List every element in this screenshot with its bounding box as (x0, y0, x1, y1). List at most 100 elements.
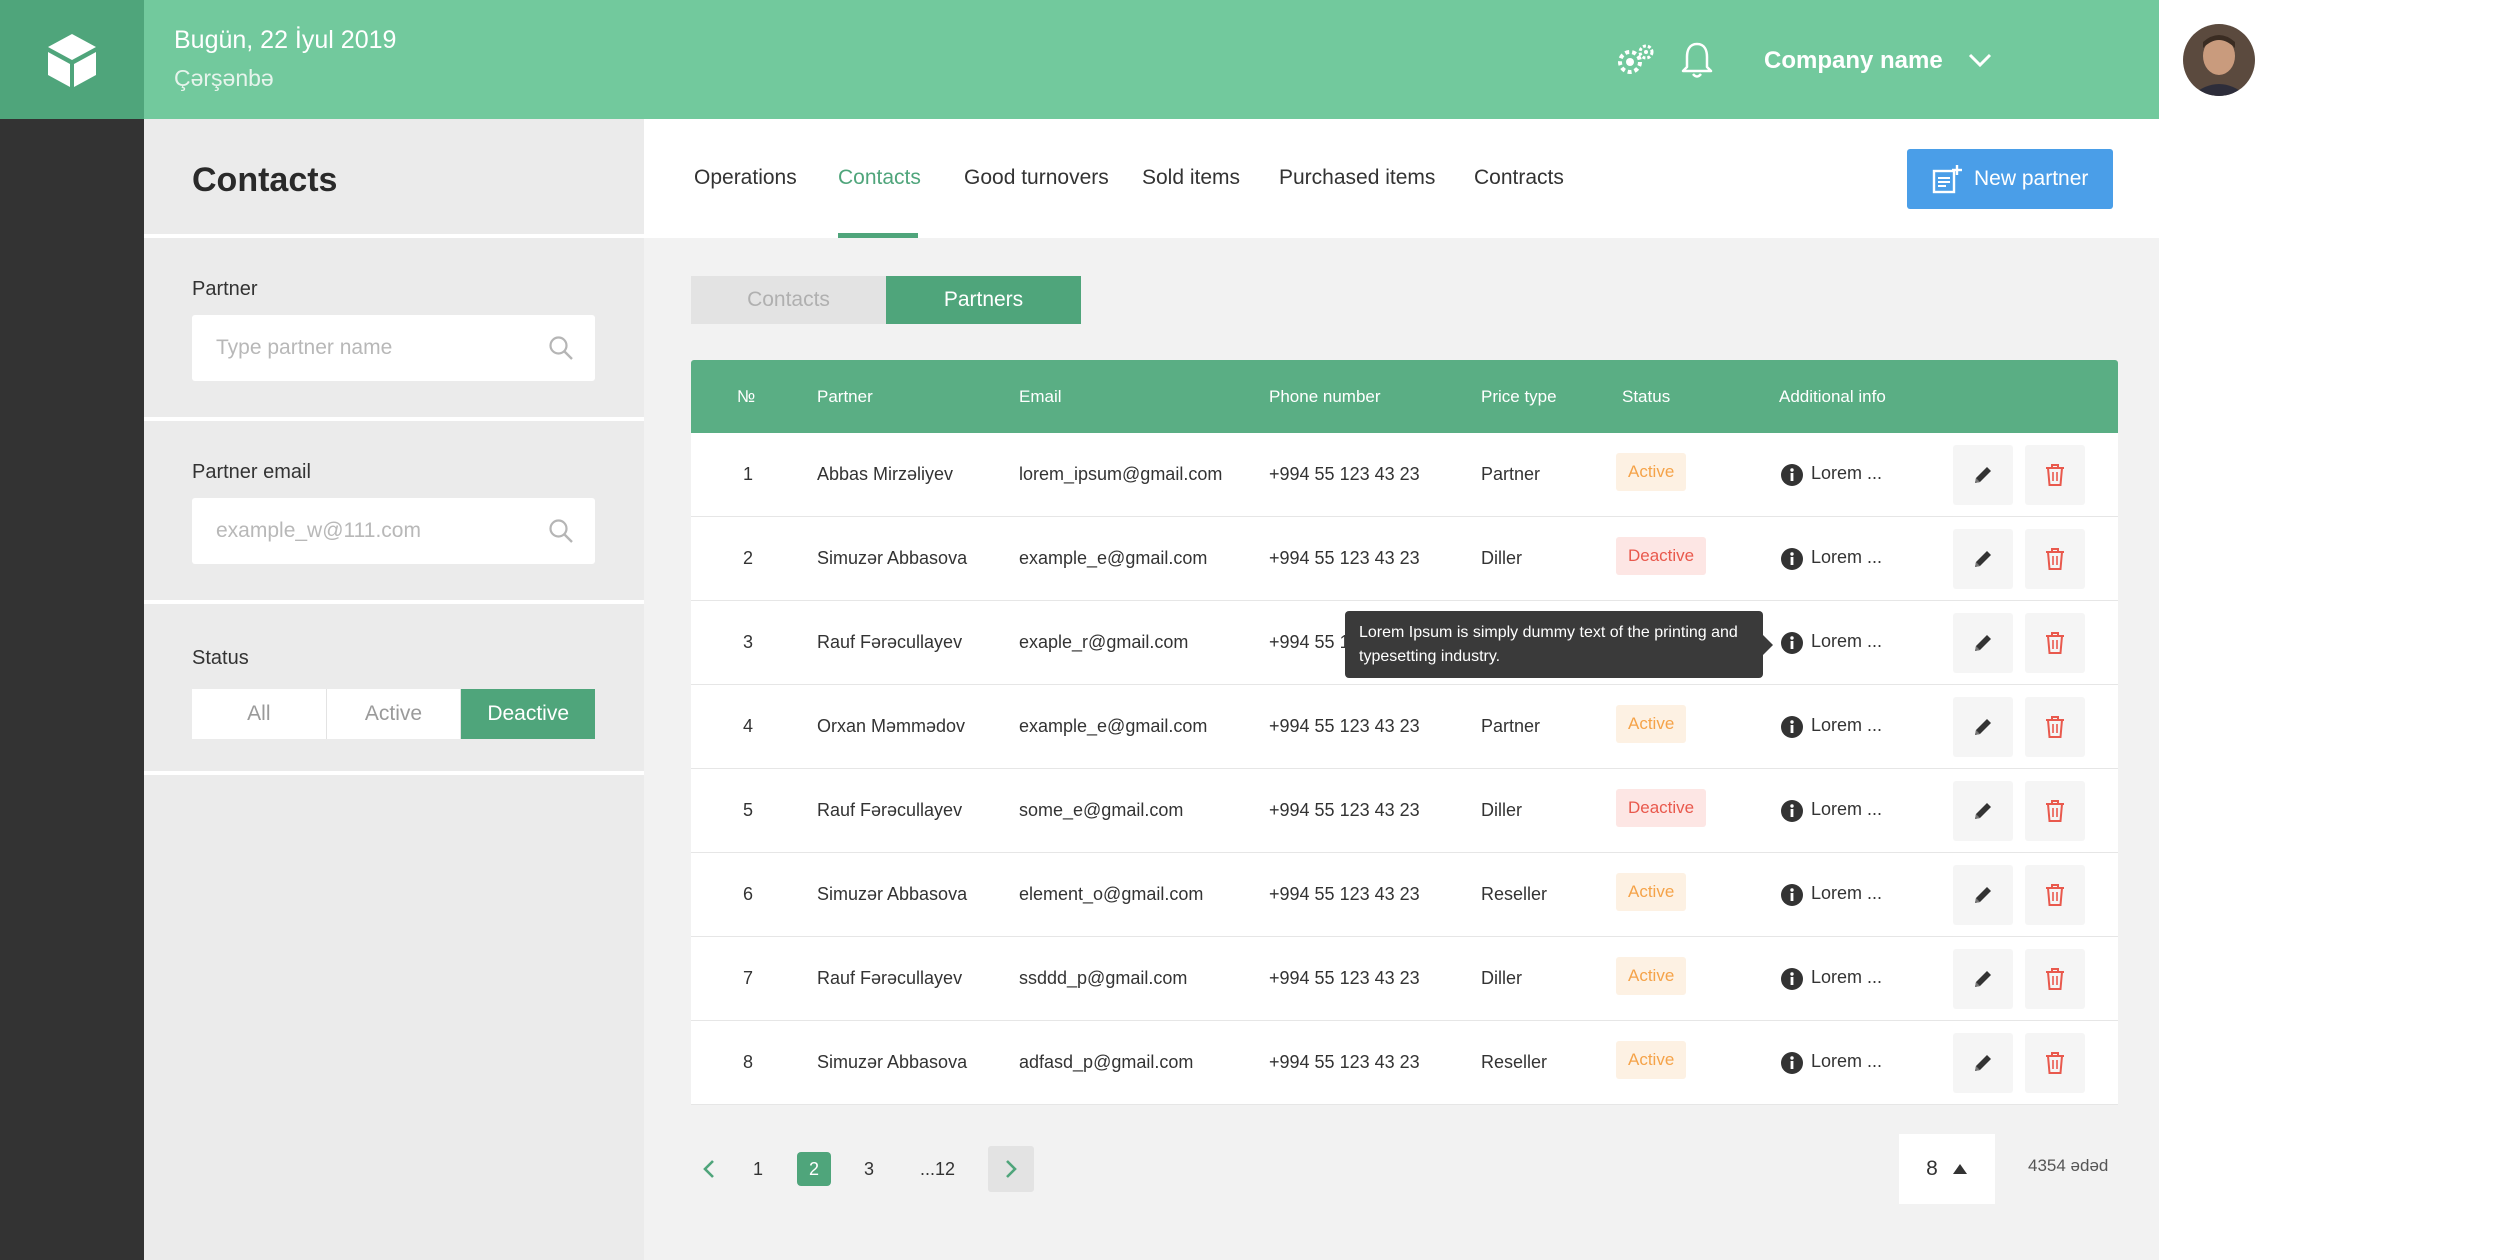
avatar[interactable] (2183, 24, 2255, 96)
edit-button[interactable] (1953, 949, 2013, 1009)
cell-email: ssddd_p@gmail.com (1019, 968, 1188, 988)
page-3[interactable]: 3 (864, 1148, 874, 1190)
current-date: Bugün, 22 İyul 2019 (174, 26, 397, 54)
chevron-right-icon (1006, 1160, 1017, 1178)
status-option-deactive[interactable]: Deactive (461, 689, 596, 739)
column-number: № (737, 387, 756, 406)
status-option-active[interactable]: Active (326, 689, 462, 739)
info-tooltip: Lorem Ipsum is simply dummy text of the … (1345, 611, 1773, 678)
table-header: № Partner Email Phone number Price type … (691, 360, 2118, 433)
main-nav: Operations Contacts Good turnovers Sold … (644, 119, 2159, 238)
info-button[interactable] (1780, 883, 1804, 912)
partner-filter-label: Partner (192, 278, 258, 300)
tab-sold-items[interactable]: Sold items (1142, 166, 1240, 190)
tab-purchased-items[interactable]: Purchased items (1279, 166, 1435, 190)
cell-phone: +994 55 123 43 23 (1269, 548, 1420, 568)
column-additional-info: Additional info (1779, 387, 1886, 406)
pencil-icon (1975, 971, 1991, 987)
info-button[interactable] (1780, 463, 1804, 492)
app-logo[interactable] (0, 0, 144, 119)
cell-partner: Orxan Məmmədov (817, 716, 966, 736)
page-last[interactable]: ...12 (920, 1148, 955, 1190)
delete-button[interactable] (2025, 529, 2085, 589)
gear-icon[interactable] (1616, 42, 1656, 78)
next-page-button[interactable] (988, 1146, 1034, 1192)
current-weekday: Çərşənbə (174, 65, 274, 91)
table-row[interactable]: 1 Abbas Mirzəliyev lorem_ipsum@gmail.com +9… (691, 433, 2118, 517)
cell-additional-info: Lorem ... (1811, 547, 1883, 567)
table-row[interactable]: 6 Simuzər Abbasova element_o@gmail.com +994… (691, 853, 2118, 937)
page-2-current[interactable]: 2 (797, 1152, 831, 1186)
bell-icon[interactable] (1680, 40, 1714, 80)
partner-email-input[interactable] (192, 498, 595, 564)
cube-logo-icon (48, 33, 96, 87)
partner-name-input[interactable] (192, 315, 595, 381)
delete-button[interactable] (2025, 865, 2085, 925)
table-row[interactable]: 4 Orxan Məmmədov example_e@gmail.com +994 5… (691, 685, 2118, 769)
tab-contracts[interactable]: Contracts (1474, 166, 1564, 190)
edit-button[interactable] (1953, 445, 2013, 505)
cell-price-type: Partner (1481, 464, 1541, 484)
cell-phone: +994 55 123 43 23 (1269, 1052, 1420, 1072)
info-button[interactable] (1780, 1051, 1804, 1080)
search-icon[interactable] (548, 518, 574, 544)
delete-button[interactable] (2025, 445, 2085, 505)
subtab-contacts[interactable]: Contacts (691, 276, 886, 324)
status-option-all[interactable]: All (192, 689, 327, 739)
edit-button[interactable] (1953, 781, 2013, 841)
pencil-icon (1975, 719, 1991, 735)
cell-email: example_e@gmail.com (1019, 716, 1208, 736)
chevron-down-icon[interactable] (1966, 50, 1994, 70)
delete-button[interactable] (2025, 613, 2085, 673)
info-button[interactable] (1780, 715, 1804, 744)
page-title: Contacts (192, 161, 338, 199)
trash-icon (2046, 800, 2064, 822)
cell-email: example_e@gmail.com (1019, 548, 1208, 568)
cell-additional-info: Lorem ... (1811, 715, 1883, 735)
per-page-select[interactable]: 8 (1899, 1134, 1995, 1204)
cell-number: 7 (743, 968, 754, 988)
table-row[interactable]: 2 Simuzər Abbasova example_e@gmail.com +994… (691, 517, 2118, 601)
tab-operations[interactable]: Operations (694, 166, 797, 190)
cell-email: some_e@gmail.com (1019, 800, 1184, 820)
tab-good-turnovers[interactable]: Good turnovers (964, 166, 1109, 190)
edit-button[interactable] (1953, 865, 2013, 925)
active-tab-indicator (838, 233, 918, 238)
info-button[interactable] (1780, 631, 1804, 660)
page-1[interactable]: 1 (753, 1148, 763, 1190)
new-partner-button[interactable]: New partner (1907, 149, 2113, 209)
info-button[interactable] (1780, 799, 1804, 828)
delete-button[interactable] (2025, 781, 2085, 841)
pencil-icon (1975, 467, 1991, 483)
search-icon[interactable] (548, 335, 574, 361)
edit-button[interactable] (1953, 529, 2013, 589)
cell-additional-info: Lorem ... (1811, 631, 1883, 651)
cell-phone: +994 55 123 43 23 (1269, 884, 1420, 904)
table-row[interactable]: 5 Rauf Fərəcullayev some_e@gmail.com +994 5… (691, 769, 2118, 853)
edit-button[interactable] (1953, 697, 2013, 757)
status-badge: Active (1616, 957, 1687, 995)
edit-button[interactable] (1953, 613, 2013, 673)
cell-price-type: Reseller (1481, 1052, 1548, 1072)
prev-page-button[interactable] (700, 1148, 718, 1190)
delete-button[interactable] (2025, 949, 2085, 1009)
sidebar-rail (0, 0, 144, 1260)
tab-contacts[interactable]: Contacts (838, 166, 921, 190)
info-button[interactable] (1780, 967, 1804, 996)
new-partner-label: New partner (1974, 167, 2089, 190)
status-badge: Active (1616, 453, 1687, 491)
delete-button[interactable] (2025, 1033, 2085, 1093)
cell-email: adfasd_p@gmail.com (1019, 1052, 1194, 1072)
subtab-partners[interactable]: Partners (886, 276, 1081, 324)
column-status: Status (1622, 387, 1671, 406)
info-icon (1781, 800, 1803, 822)
delete-button[interactable] (2025, 697, 2085, 757)
total-count: 4354 ədəd (2028, 1156, 2109, 1175)
table-row[interactable]: 8 Simuzər Abbasova adfasd_p@gmail.com +994 … (691, 1021, 2118, 1105)
info-button[interactable] (1780, 547, 1804, 576)
company-name[interactable]: Company name (1764, 47, 1943, 75)
table-row[interactable]: 7 Rauf Fərəcullayev ssddd_p@gmail.com +994 … (691, 937, 2118, 1021)
edit-button[interactable] (1953, 1033, 2013, 1093)
cell-price-type: Partner (1481, 716, 1541, 736)
app-frame: Bugün, 22 İyul 2019 Çərşənbə Company nam… (0, 0, 2255, 1260)
